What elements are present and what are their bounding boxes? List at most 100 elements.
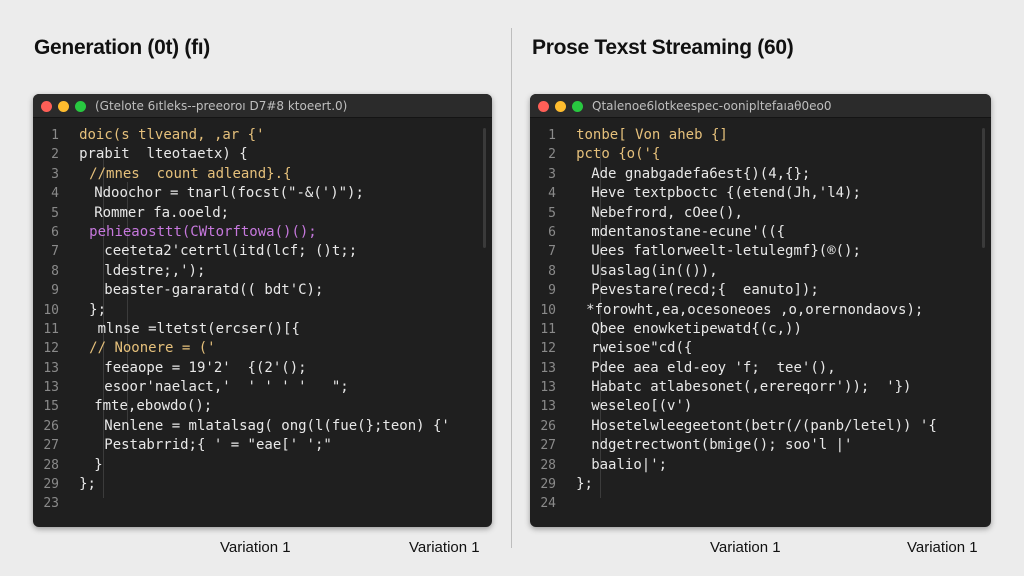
left-caption-2: Variation 1 bbox=[409, 539, 480, 556]
line-number: 27 bbox=[43, 438, 59, 454]
code-line: 12 // Noonere = (' bbox=[33, 339, 492, 358]
left-caption-1: Variation 1 bbox=[220, 539, 291, 556]
line-number: 7 bbox=[51, 244, 59, 260]
code-text: mlnse =ltetst(ercser()[{ bbox=[89, 320, 300, 337]
code-text: feeaope = 19'2' {(2'(); bbox=[104, 359, 307, 376]
line-number: 28 bbox=[540, 457, 556, 473]
line-number: 12 bbox=[43, 341, 59, 357]
line-number: 7 bbox=[548, 244, 556, 260]
code-text: beaster-gararatd(( bdt'C); bbox=[104, 282, 324, 299]
code-line: 29}; bbox=[530, 475, 991, 494]
code-line: 6 mdentanostane-ecune'(({ bbox=[530, 223, 991, 242]
code-text: } bbox=[94, 456, 103, 473]
code-line: 26 Nenlene = mlatalsag( ong(l(fue(};teon)… bbox=[33, 417, 492, 436]
code-line: 23 bbox=[33, 494, 492, 513]
code-line: 7 Uees fatlorweelt-letulegmf}(®(); bbox=[530, 242, 991, 261]
line-number: 10 bbox=[43, 302, 59, 318]
code-text: Nenlene = mlatalsag( ong(l(fue(};teon) {… bbox=[104, 417, 450, 434]
line-number: 10 bbox=[540, 302, 556, 318]
code-line: 10}; bbox=[33, 301, 492, 320]
line-number: 1 bbox=[548, 128, 556, 143]
code-text: rweisoe"cd({ bbox=[591, 340, 693, 357]
line-number: 5 bbox=[548, 205, 556, 221]
line-number: 9 bbox=[51, 283, 59, 299]
code-line: 28} bbox=[33, 456, 492, 475]
left-panel-heading: Generation (0t) (fı) bbox=[34, 36, 210, 59]
code-line: 13 feeaope = 19'2' {(2'(); bbox=[33, 359, 492, 378]
code-text: Pevestare(recd;{ eanuto]); bbox=[591, 282, 819, 299]
line-number: 26 bbox=[540, 418, 556, 434]
code-line: 26 Hosetelwleegeetont(betr(/(panb/letel))… bbox=[530, 417, 991, 436]
code-text: *forowht,ea,ocesoneoes ,o,orernondaovs); bbox=[586, 301, 924, 318]
code-text: Ade gnabgadefa6est{)(4,{}; bbox=[591, 165, 811, 182]
line-number: 3 bbox=[51, 166, 59, 182]
code-text: tonbe[ Von aheb {] bbox=[576, 127, 728, 143]
code-line: 27 Pestabrrid;{ ' = "eae[' ';" bbox=[33, 436, 492, 455]
code-line: 27 ndgetrectwont(bmige(); soo'l |' bbox=[530, 436, 991, 455]
code-line: 1 tonbe[ Von aheb {] bbox=[530, 126, 991, 145]
code-line: 5 Nebefrord, cOee(), bbox=[530, 204, 991, 223]
right-caption-2: Variation 1 bbox=[907, 539, 978, 556]
left-editor-window: (Gtelote 6ıtleks--preeoroı D7#8 ktoeert.… bbox=[33, 94, 492, 527]
close-window-button[interactable] bbox=[41, 101, 52, 112]
right-editor-window: Qtalenoe6lotkeespec-oonipltefaıaθ0eo0 1 t… bbox=[530, 94, 991, 527]
code-line: 8 Usaslag(in(()), bbox=[530, 262, 991, 281]
line-number: 13 bbox=[43, 380, 59, 396]
line-number: 27 bbox=[540, 438, 556, 454]
code-line: 10 *forowht,ea,ocesoneoes ,o,orernondaovs… bbox=[530, 301, 991, 320]
code-line: 3 //mnes count adleand}.{ bbox=[33, 165, 492, 184]
code-text: prabit lteotaetx) { bbox=[79, 146, 248, 163]
code-line: 6 pehieaosttt(CWtorftowa()(); bbox=[33, 223, 492, 242]
line-number: 2 bbox=[548, 147, 556, 163]
code-text: Heve textpboctc {(etend(Jh,'l4); bbox=[591, 185, 861, 202]
line-number: 11 bbox=[540, 321, 556, 337]
code-line: 11 Qbee enowketipewatd{(c,)) bbox=[530, 320, 991, 339]
code-line: 2 prabit lteotaetx) { bbox=[33, 145, 492, 164]
maximize-window-button[interactable] bbox=[75, 101, 86, 112]
line-number: 23 bbox=[43, 496, 59, 512]
line-number: 4 bbox=[51, 186, 59, 202]
code-text: Pdee aea eld-eoy 'f; tee'(), bbox=[591, 359, 836, 376]
left-window-titlebar[interactable]: (Gtelote 6ıtleks--preeoroı D7#8 ktoeert.… bbox=[33, 94, 492, 118]
close-window-button[interactable] bbox=[538, 101, 549, 112]
code-text: doic(s tlveand, ,ar {' bbox=[79, 127, 265, 143]
code-line: 3 Ade gnabgadefa6est{)(4,{}; bbox=[530, 165, 991, 184]
right-code-area[interactable]: 1 tonbe[ Von aheb {] 2 pcto {o('{ 3 Ade gnabg… bbox=[530, 126, 991, 527]
right-window-titlebar[interactable]: Qtalenoe6lotkeespec-oonipltefaıaθ0eo0 bbox=[530, 94, 991, 118]
minimize-window-button[interactable] bbox=[555, 101, 566, 112]
line-number: 12 bbox=[540, 341, 556, 357]
code-text: Qbee enowketipewatd{(c,)) bbox=[591, 320, 802, 337]
line-number: 8 bbox=[51, 263, 59, 279]
code-text: ndgetrectwont(bmige(); soo'l |' bbox=[591, 437, 853, 454]
line-number: 4 bbox=[548, 186, 556, 202]
code-line: 9 beaster-gararatd(( bdt'C); bbox=[33, 281, 492, 300]
code-line: 5 Rommer fa.ooeld; bbox=[33, 204, 492, 223]
maximize-window-button[interactable] bbox=[572, 101, 583, 112]
code-line: 9 Pevestare(recd;{ eanuto]); bbox=[530, 281, 991, 300]
panel-divider bbox=[511, 28, 512, 548]
line-number: 6 bbox=[548, 224, 556, 240]
right-panel-heading: Prose Texst Streaming (60) bbox=[532, 36, 794, 59]
right-window-title: Qtalenoe6lotkeespec-oonipltefaıaθ0eo0 bbox=[592, 99, 832, 113]
line-number: 15 bbox=[43, 399, 59, 415]
code-line: 2 pcto {o('{ bbox=[530, 145, 991, 164]
line-number: 5 bbox=[51, 205, 59, 221]
left-code-area[interactable]: 1 doic(s tlveand, ,ar {' 2 prabit lteotaetx… bbox=[33, 126, 492, 527]
line-number: 13 bbox=[43, 360, 59, 376]
code-text: ldestre;,'); bbox=[104, 262, 206, 279]
code-text: esoor'naelact,' ' ' ' ' "; bbox=[104, 379, 349, 396]
minimize-window-button[interactable] bbox=[58, 101, 69, 112]
code-line: 1 doic(s tlveand, ,ar {' bbox=[33, 126, 492, 145]
line-number: 3 bbox=[548, 166, 556, 182]
code-line: 11 mlnse =ltetst(ercser()[{ bbox=[33, 320, 492, 339]
code-line: 7 ceeteta2'cetrtl(itd(lcf; ()t;; bbox=[33, 242, 492, 261]
line-number: 11 bbox=[43, 321, 59, 337]
code-line: 28 baalio|'; bbox=[530, 456, 991, 475]
line-number: 13 bbox=[540, 399, 556, 415]
code-text: }; bbox=[89, 301, 107, 318]
code-line: 24 bbox=[530, 494, 991, 513]
code-text: pehieaosttt(CWtorftowa()(); bbox=[89, 223, 317, 240]
line-number: 24 bbox=[540, 496, 556, 512]
line-number: 26 bbox=[43, 418, 59, 434]
code-text: Ndoochor = tnarl(focst("-&(')"); bbox=[94, 185, 364, 202]
